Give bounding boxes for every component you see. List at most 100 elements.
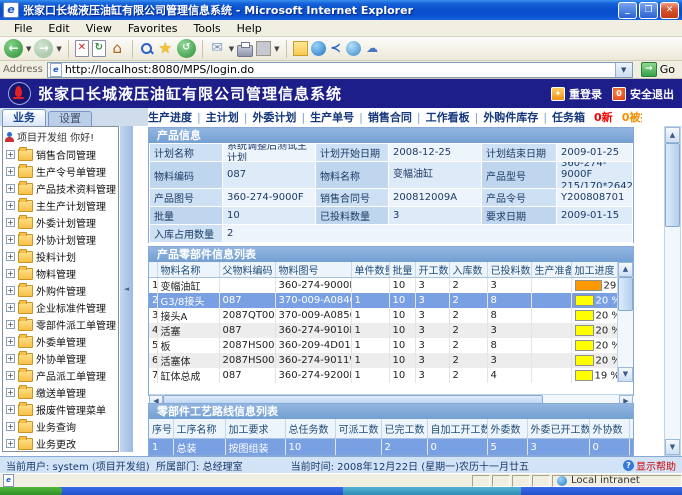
note-icon[interactable]	[293, 41, 308, 56]
menu-favorites[interactable]: Favorites	[120, 21, 186, 36]
scroll-thumb[interactable]	[665, 143, 680, 227]
column-header[interactable]: 自加工开工数	[427, 419, 487, 439]
column-header[interactable]: 序号	[149, 419, 173, 439]
expand-plus-icon[interactable]: +	[6, 371, 15, 380]
menu-help[interactable]: Help	[229, 21, 270, 36]
column-header[interactable]: 总任务数	[285, 419, 335, 439]
tree-item[interactable]: +外委计划管理	[3, 214, 118, 231]
parts-vertical-scrollbar[interactable]: ▲ ▼	[617, 262, 633, 382]
column-header[interactable]: 外委数	[487, 419, 527, 439]
scroll-down-icon[interactable]: ▼	[665, 439, 680, 455]
column-header[interactable]: 物料图号	[275, 262, 351, 278]
address-dropdown-icon[interactable]: ▼	[615, 63, 632, 77]
tree-item[interactable]: +外协单管理	[3, 350, 118, 367]
main-vertical-scrollbar[interactable]: ▲ ▼	[664, 126, 681, 456]
more-dropdown-icon[interactable]: ▼	[274, 45, 279, 53]
nav-item[interactable]: 工作看板	[426, 109, 470, 125]
show-help-link[interactable]: ? 显示帮助	[623, 458, 676, 473]
relogin-button[interactable]: ✦ 重登录	[551, 86, 602, 102]
expand-plus-icon[interactable]: +	[6, 150, 15, 159]
tab-settings[interactable]: 设置	[48, 111, 92, 126]
expand-plus-icon[interactable]: +	[6, 337, 15, 346]
nav-item[interactable]: 生产单号	[310, 109, 354, 125]
scroll-up-icon[interactable]: ▲	[665, 127, 680, 143]
forward-icon[interactable]: →	[34, 39, 53, 58]
column-header[interactable]: 可派工数	[335, 419, 381, 439]
menu-edit[interactable]: Edit	[40, 21, 77, 36]
tree-item[interactable]: +业务查询	[3, 418, 118, 435]
tree-item[interactable]: +主生产计划管理	[3, 197, 118, 214]
parts-row[interactable]: 1变幅油缸360-274-9000F1032329 %	[149, 278, 617, 294]
favorites-icon[interactable]: ★	[157, 40, 174, 57]
parts-row[interactable]: 5板2087HS002360-209-4D01011032820 %	[149, 338, 617, 353]
parts-row[interactable]: 4活塞087360-274-9010F11032320 %	[149, 323, 617, 338]
parts-row[interactable]: 7缸体总成087360-274-9200F11032419 %	[149, 368, 617, 383]
column-header[interactable]: 外委已开工数	[527, 419, 589, 439]
expand-plus-icon[interactable]: +	[6, 439, 15, 448]
nav-item[interactable]: 生产进度	[148, 109, 192, 125]
tree-item[interactable]: +物料管理	[3, 265, 118, 282]
tree-item[interactable]: +零部件派工单管理	[3, 316, 118, 333]
column-header[interactable]: 工序名称	[173, 419, 225, 439]
history-icon[interactable]: ↺	[177, 39, 196, 58]
column-header[interactable]: 外协已开工数	[629, 419, 634, 439]
tree-item[interactable]: +产品技术资料管理	[3, 180, 118, 197]
nav-item[interactable]: 任务箱	[552, 109, 585, 125]
tree-item[interactable]: +报废件管理菜单	[3, 401, 118, 418]
expand-plus-icon[interactable]: +	[6, 422, 15, 431]
refresh-icon[interactable]: ↻	[92, 40, 106, 57]
scroll-up-icon[interactable]: ▲	[618, 262, 633, 277]
column-header[interactable]: 批量	[389, 262, 415, 278]
expand-plus-icon[interactable]: +	[6, 320, 15, 329]
expand-plus-icon[interactable]: +	[6, 184, 15, 193]
scroll-thumb[interactable]	[618, 277, 633, 311]
messenger-globe-icon[interactable]	[311, 41, 326, 56]
tree-item[interactable]: +业务更改	[3, 435, 118, 452]
forward-dropdown-icon[interactable]: ▼	[56, 45, 61, 53]
column-header[interactable]: 加工进度	[571, 262, 617, 278]
mail-dropdown-icon[interactable]: ▼	[229, 45, 234, 53]
expand-plus-icon[interactable]: +	[6, 354, 15, 363]
go-button[interactable]: → Go	[637, 62, 679, 78]
tab-business[interactable]: 业务	[2, 109, 46, 126]
search-icon[interactable]	[139, 41, 154, 56]
column-header[interactable]: 开工数	[415, 262, 449, 278]
address-input[interactable]: e http://localhost:8080/MPS/login.do ▼	[47, 62, 633, 78]
stop-icon[interactable]: ✕	[75, 40, 89, 57]
column-header[interactable]: 父物料编码	[219, 262, 275, 278]
expand-plus-icon[interactable]: +	[6, 167, 15, 176]
tree-item[interactable]: +销售合同管理	[3, 146, 118, 163]
address-url[interactable]: http://localhost:8080/MPS/login.do	[65, 63, 615, 76]
nav-item[interactable]: 外委计划	[252, 109, 296, 125]
parts-row[interactable]: 2G3/8接头087370-009-A084011032820 %	[149, 293, 617, 308]
expand-plus-icon[interactable]: +	[6, 388, 15, 397]
start-button[interactable]	[0, 487, 62, 495]
maximize-button[interactable]: ❐	[639, 2, 658, 19]
menu-tools[interactable]: Tools	[186, 21, 229, 36]
column-header[interactable]: 外协数	[589, 419, 629, 439]
tree-item[interactable]: +外委单管理	[3, 333, 118, 350]
close-button[interactable]: ✕	[660, 2, 679, 19]
scroll-down-icon[interactable]: ▼	[618, 367, 633, 382]
expand-plus-icon[interactable]: +	[6, 269, 15, 278]
badge-new[interactable]: 0新	[594, 109, 613, 125]
nav-item[interactable]: 销售合同	[368, 109, 412, 125]
column-header[interactable]: 已完工数	[381, 419, 427, 439]
column-header[interactable]: 入库数	[449, 262, 487, 278]
column-header[interactable]	[149, 262, 157, 278]
parts-row[interactable]: 6活塞体2087HS002360-274-9011W11032320 %	[149, 353, 617, 368]
panel-splitter[interactable]: ◄	[120, 126, 133, 452]
route-row[interactable]: 1总装按图组装10205300	[149, 439, 634, 456]
badge-rejected[interactable]: 0被拒绝	[622, 109, 642, 125]
tree-item[interactable]: +外协计划管理	[3, 231, 118, 248]
tree-item[interactable]: +外购件管理	[3, 282, 118, 299]
tree-item[interactable]: +生产令号单管理	[3, 163, 118, 180]
curve-icon[interactable]: ≺	[329, 41, 343, 56]
nav-item[interactable]: 外购件库存	[483, 109, 538, 125]
tree-item[interactable]: +产品派工单管理	[3, 367, 118, 384]
taskbar-task[interactable]	[343, 487, 521, 495]
column-header[interactable]: 生产准备	[531, 262, 571, 278]
tree-item[interactable]: +缴送单管理	[3, 384, 118, 401]
expand-plus-icon[interactable]: +	[6, 252, 15, 261]
research-icon[interactable]	[346, 41, 361, 56]
